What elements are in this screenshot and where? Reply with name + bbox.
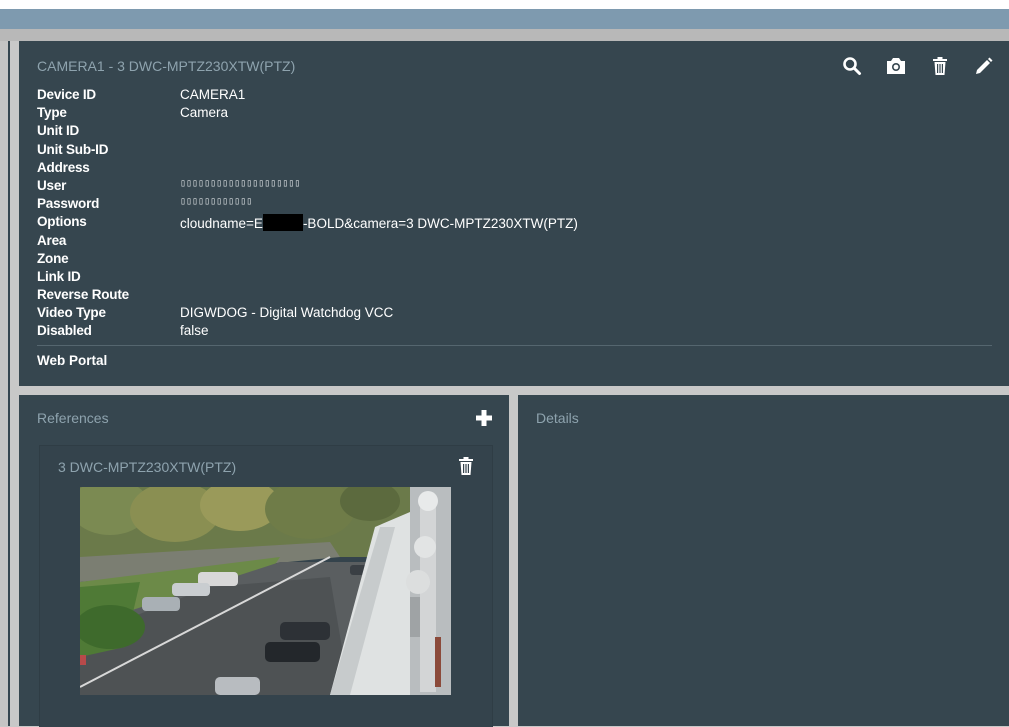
field-value: false bbox=[180, 323, 209, 339]
field-label: User bbox=[37, 177, 67, 193]
field-value: CAMERA1 bbox=[180, 87, 246, 102]
field-label: Address bbox=[37, 159, 90, 175]
left-edge bbox=[0, 41, 10, 726]
redaction-box bbox=[262, 214, 303, 232]
divider bbox=[37, 345, 992, 346]
field-label: Password bbox=[37, 196, 100, 212]
options-suffix: -BOLD&camera=3 DWC-MPTZ230XTW(PTZ) bbox=[302, 216, 578, 232]
device-title: CAMERA1 - 3 DWC-MPTZ230XTW(PTZ) bbox=[37, 58, 296, 74]
field-value: Camera bbox=[180, 105, 229, 121]
field-label: Zone bbox=[37, 250, 69, 266]
field-label: Reverse Route bbox=[37, 287, 129, 303]
field-label: Type bbox=[37, 105, 67, 121]
search-icon[interactable] bbox=[841, 55, 863, 77]
field-label: Link ID bbox=[37, 268, 81, 284]
pencil-icon[interactable] bbox=[973, 55, 995, 77]
options-prefix: cloudname=E bbox=[180, 216, 263, 232]
header-strip bbox=[0, 9, 1009, 29]
reference-card: 3 DWC-MPTZ230XTW(PTZ) bbox=[39, 445, 493, 727]
web-portal-label: Web Portal bbox=[37, 353, 108, 368]
field-value-masked: ▯▯▯▯▯▯▯▯▯▯▯▯ bbox=[180, 196, 253, 208]
references-panel: References 3 DWC-MPTZ230XTW(PTZ) bbox=[19, 395, 509, 727]
device-panel: CAMERA1 - 3 DWC-MPTZ230XTW(PTZ) Device I… bbox=[19, 41, 1009, 386]
field-label: Area bbox=[37, 232, 67, 248]
top-bar bbox=[0, 0, 1009, 9]
camera-snapshot[interactable] bbox=[80, 487, 451, 695]
camera-icon[interactable] bbox=[885, 55, 907, 77]
field-value: cloudname=E -BOLD&camera=3 DWC-MPTZ230XTW… bbox=[180, 214, 578, 232]
trash-icon[interactable] bbox=[929, 55, 951, 77]
field-label: Unit Sub-ID bbox=[37, 141, 109, 157]
header-gap bbox=[0, 29, 1009, 41]
field-label: Unit ID bbox=[37, 123, 80, 139]
plus-icon[interactable] bbox=[475, 409, 493, 427]
trash-icon[interactable] bbox=[458, 456, 474, 476]
field-label: Video Type bbox=[37, 305, 106, 321]
field-value: DIGWDOG - Digital Watchdog VCC bbox=[180, 305, 394, 321]
field-label: Options bbox=[37, 214, 87, 230]
details-panel: Details bbox=[518, 395, 1009, 726]
reference-card-title: 3 DWC-MPTZ230XTW(PTZ) bbox=[58, 459, 237, 475]
references-title: References bbox=[37, 410, 109, 426]
device-toolbar bbox=[841, 55, 995, 77]
field-value-masked: ▯▯▯▯▯▯▯▯▯▯▯▯▯▯▯▯▯▯▯▯ bbox=[180, 177, 301, 189]
field-label: Disabled bbox=[37, 323, 92, 339]
details-title: Details bbox=[536, 410, 579, 426]
field-label: Device ID bbox=[37, 87, 96, 102]
